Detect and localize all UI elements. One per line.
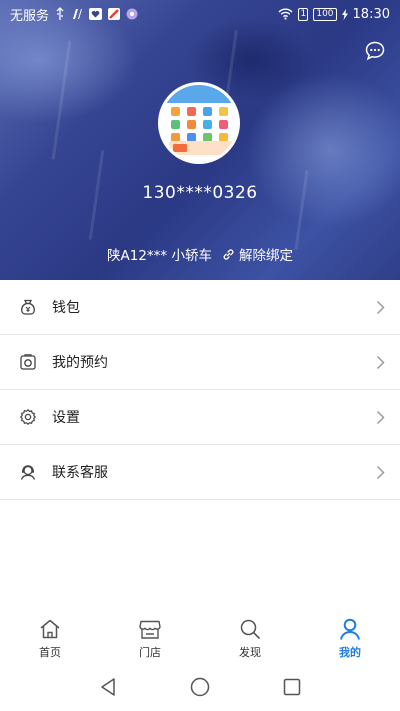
menu-item-customer-service[interactable]: 联系客服 <box>0 445 400 500</box>
status-bar: 无服务 1 100 18:30 <box>0 0 400 28</box>
chat-bubble-icon <box>365 41 385 61</box>
profile-header: 无服务 1 100 18:30 130****0326 陕A12*** 小轿车 … <box>0 0 400 280</box>
carrier-text: 无服务 <box>10 8 50 24</box>
plate-number: 陕A12*** <box>107 248 168 264</box>
home-nav-button[interactable] <box>189 676 211 698</box>
menu-label-settings: 设置 <box>52 410 80 426</box>
back-button[interactable] <box>97 676 119 698</box>
unbind-button[interactable]: 解除绑定 <box>222 244 293 264</box>
message-button[interactable] <box>364 40 386 62</box>
app-notification-icon-3 <box>126 8 138 20</box>
tab-label-store: 门店 <box>139 646 161 659</box>
wallet-icon <box>18 297 38 317</box>
system-navigation-bar <box>0 663 400 711</box>
battery-icon: 100 <box>313 7 337 21</box>
avatar[interactable] <box>158 82 240 164</box>
store-icon <box>137 616 163 642</box>
camera-icon <box>18 352 38 372</box>
menu-item-settings[interactable]: 设置 <box>0 390 400 445</box>
recents-button[interactable] <box>281 676 303 698</box>
chevron-right-icon <box>376 464 388 480</box>
tab-discover[interactable]: 发现 <box>200 611 300 661</box>
clock-text: 18:30 <box>352 6 390 22</box>
home-icon <box>37 616 63 642</box>
tab-me[interactable]: 我的 <box>300 611 400 661</box>
chevron-right-icon <box>376 409 388 425</box>
tab-label-discover: 发现 <box>239 646 261 659</box>
vehicle-type: 小轿车 <box>171 248 212 264</box>
unbind-label: 解除绑定 <box>238 248 293 264</box>
gear-icon <box>18 407 38 427</box>
usb-icon <box>55 7 65 21</box>
app-notification-icon <box>71 8 83 20</box>
tab-label-me: 我的 <box>339 646 361 659</box>
tab-home[interactable]: 首页 <box>0 611 100 661</box>
heart-notification-icon <box>89 8 103 20</box>
tab-label-home: 首页 <box>39 646 61 659</box>
charging-icon <box>341 8 348 20</box>
menu-item-appointments[interactable]: 我的预约 <box>0 335 400 390</box>
menu-label-customer-service: 联系客服 <box>52 465 108 481</box>
menu-label-wallet: 钱包 <box>52 300 80 316</box>
search-icon <box>237 616 263 642</box>
menu-item-wallet[interactable]: 钱包 <box>0 280 400 335</box>
chevron-right-icon <box>376 354 388 370</box>
menu-list: 钱包 我的预约 设置 联系客服 <box>0 280 400 500</box>
headset-icon <box>18 462 38 482</box>
recents-square-icon <box>283 678 301 696</box>
sim-icon: 1 <box>298 7 309 21</box>
home-circle-icon <box>190 677 210 697</box>
wifi-icon <box>278 8 293 20</box>
chevron-right-icon <box>376 299 388 315</box>
tab-store[interactable]: 门店 <box>100 611 200 661</box>
vehicle-info: 陕A12*** 小轿车 解除绑定 <box>0 244 400 264</box>
link-icon <box>223 248 234 260</box>
back-triangle-icon <box>101 678 115 696</box>
bottom-tab-bar: 首页 门店 发现 我的 <box>0 611 400 661</box>
menu-label-appointments: 我的预约 <box>52 355 108 371</box>
user-icon <box>337 616 363 642</box>
phone-number: 130****0326 <box>142 183 258 203</box>
app-notification-icon-2 <box>108 8 121 20</box>
